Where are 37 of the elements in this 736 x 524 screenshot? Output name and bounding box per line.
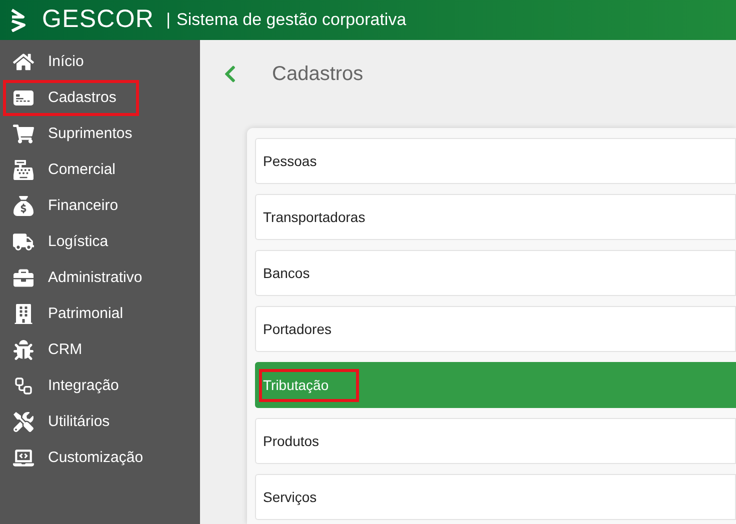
truck-icon (13, 232, 34, 252)
sidebar-item[interactable]: CRM (3, 332, 197, 368)
brand-name: GESCOR (42, 4, 154, 36)
building-icon (13, 304, 34, 324)
workflow-icon (13, 376, 34, 396)
sidebar-item[interactable]: Suprimentos (3, 116, 197, 152)
house-icon (13, 52, 34, 72)
app-subtitle: Sistema de gestão corporativa (176, 9, 406, 32)
sidebar-item[interactable]: Cadastros (3, 80, 139, 116)
back-chevron-icon[interactable] (224, 63, 236, 85)
cash-register-icon (13, 160, 34, 180)
header-separator: | (166, 9, 171, 32)
list-item[interactable]: Portadores (255, 306, 736, 352)
sidebar-item[interactable]: Comercial (3, 152, 197, 188)
sidebar-item[interactable]: Patrimonial (3, 296, 197, 332)
sidebar-item[interactable]: Integração (3, 368, 197, 404)
laptop-code-icon (13, 448, 34, 468)
list-item[interactable]: Transportadoras (255, 194, 736, 240)
briefcase-icon (13, 268, 34, 288)
money-bag-icon (13, 196, 34, 216)
list-item[interactable]: Serviços (255, 474, 736, 520)
tools-icon (13, 412, 34, 432)
sidebar-item[interactable]: Customização (3, 440, 197, 476)
sidebar-item[interactable]: Financeiro (3, 188, 197, 224)
list-item[interactable]: Bancos (255, 250, 736, 296)
list-item[interactable]: Produtos (255, 418, 736, 464)
list-item[interactable]: Pessoas (255, 138, 736, 184)
cart-icon (13, 124, 34, 144)
page-title: Cadastros (272, 62, 364, 87)
sidebar-item[interactable]: Administrativo (3, 260, 197, 296)
card-icon (13, 88, 34, 108)
bug-icon (13, 340, 34, 360)
logo-icon (10, 8, 26, 32)
sidebar-item[interactable]: Início (3, 44, 197, 80)
sidebar-item[interactable]: Logística (3, 224, 197, 260)
list-item[interactable]: Tributação (255, 362, 736, 408)
sidebar-item[interactable]: Utilitários (3, 404, 197, 440)
